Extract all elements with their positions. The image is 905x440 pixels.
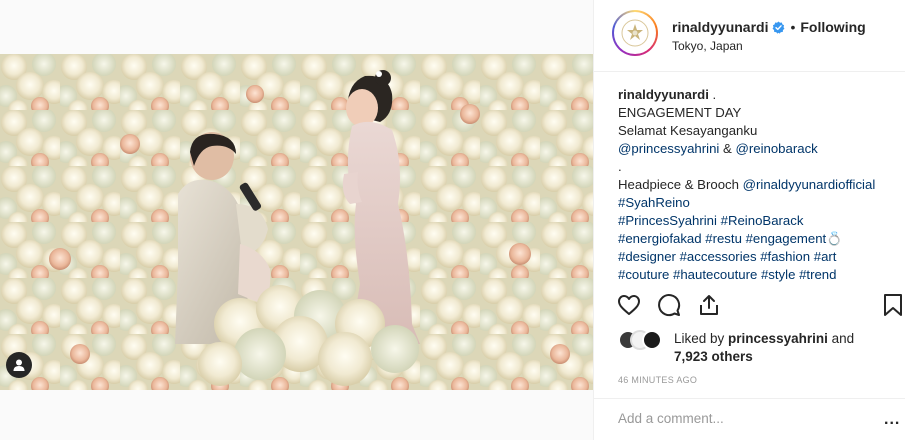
post-caption: rinaldyyunardi . ENGAGEMENT DAY Selamat … — [618, 86, 902, 284]
verified-badge-icon — [772, 21, 785, 34]
post-username[interactable]: rinaldyyunardi — [672, 19, 768, 35]
media-pane — [0, 0, 593, 440]
caption-line: Headpiece & Brooch @rinaldyyunardioffici… — [618, 176, 902, 194]
share-icon — [700, 295, 718, 315]
user-tag-button[interactable] — [6, 352, 32, 378]
post-header: rinaldyyunardi • Following Tokyo, Japan — [594, 0, 905, 72]
likes-summary: Liked by princessyahrini and 7,923 other… — [618, 328, 902, 368]
likes-count[interactable]: 7,923 others — [674, 349, 753, 364]
brooch-logo-icon — [621, 19, 649, 47]
caption-text: Selamat Kesayanganku — [618, 123, 758, 138]
post-photo[interactable] — [0, 54, 593, 390]
bookmark-icon — [884, 294, 902, 316]
share-button[interactable] — [696, 292, 722, 318]
more-options-button[interactable]: ... — [884, 411, 900, 429]
avatar[interactable] — [642, 330, 662, 350]
caption-line: @princessyahrini & @reinobarack — [618, 140, 902, 158]
hashtag-link[interactable]: #designer #accessories #fashion #art — [618, 248, 902, 266]
hashtag-link[interactable]: #couture #hautecouture #style #trend — [618, 266, 902, 284]
caption-text: . — [708, 87, 717, 102]
liked-by-and: and — [827, 331, 855, 346]
hashtag-link[interactable]: #PrincesSyahrini #ReinoBarack — [618, 212, 902, 230]
caption-line: rinaldyyunardi . — [618, 86, 902, 104]
comment-button[interactable] — [656, 292, 682, 318]
post-location[interactable]: Tokyo, Japan — [672, 39, 743, 53]
caption-text: Headpiece & Brooch — [618, 177, 743, 192]
following-button[interactable]: Following — [800, 19, 865, 35]
post-timestamp[interactable]: 46 MINUTES AGO — [618, 375, 697, 385]
save-button[interactable] — [880, 292, 905, 318]
liked-by-prefix: Liked by — [674, 331, 729, 346]
caption-text: . — [618, 159, 622, 174]
hashtag-link[interactable]: #SyahReino — [618, 194, 902, 212]
comment-icon — [658, 294, 681, 317]
mention-link[interactable]: @reinobarack — [735, 141, 817, 156]
caption-text: ENGAGEMENT DAY — [618, 105, 742, 120]
caption-text: & — [719, 141, 736, 156]
header-title-row: rinaldyyunardi • Following — [672, 19, 866, 35]
action-bar — [594, 292, 905, 320]
comment-section: ... — [594, 398, 905, 440]
avatar[interactable] — [612, 10, 658, 56]
user-tag-icon — [13, 359, 25, 371]
photo-illustration — [0, 54, 593, 390]
liked-by-text: Liked by princessyahrini and 7,923 other… — [674, 330, 854, 366]
hashtag-link[interactable]: #energiofakad #restu #engagement💍 — [618, 230, 902, 248]
caption-username[interactable]: rinaldyyunardi — [618, 87, 709, 102]
liked-by-user[interactable]: princessyahrini — [728, 331, 828, 346]
avatar-image — [614, 12, 656, 54]
mention-link[interactable]: @princessyahrini — [618, 141, 719, 156]
header-separator: • — [790, 19, 796, 35]
heart-icon — [618, 295, 640, 315]
like-button[interactable] — [616, 292, 642, 318]
comment-input[interactable] — [618, 411, 858, 426]
post-sidebar: rinaldyyunardi • Following Tokyo, Japan … — [593, 0, 905, 440]
mention-link[interactable]: @rinaldyyunardiofficial — [743, 177, 876, 192]
liker-avatars — [618, 330, 662, 350]
